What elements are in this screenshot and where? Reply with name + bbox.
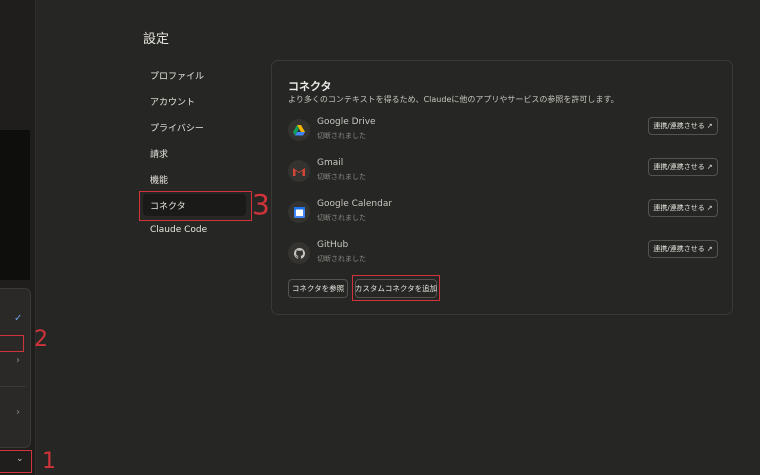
external-link-icon: ↗ [706, 245, 713, 253]
browse-connectors-button[interactable]: コネクタを参照 [288, 279, 348, 298]
google-drive-icon [288, 119, 310, 141]
page-title: 設定 [143, 32, 170, 47]
nav-item-privacy[interactable]: プライバシー [143, 116, 246, 138]
connector-name: Gmail [317, 158, 344, 168]
chevron-right-icon[interactable]: › [16, 407, 20, 418]
external-link-icon: ↗ [706, 204, 713, 212]
chevron-right-icon[interactable]: › [16, 355, 20, 366]
annotation-2: 2 [34, 327, 48, 352]
connector-row: GitHub 切断されました 連携/連携させる ↗ [288, 240, 718, 270]
connect-button[interactable]: 連携/連携させる ↗ [648, 158, 718, 176]
connect-button[interactable]: 連携/連携させる ↗ [648, 240, 718, 258]
connector-row: Gmail 切断されました 連携/連携させる ↗ [288, 158, 718, 188]
connector-status: 切断されました [317, 132, 366, 140]
sidebar-popup-menu [0, 288, 31, 448]
chevron-down-icon: ⌄ [16, 454, 24, 464]
connector-row: Google Calendar 切断されました 連携/連携させる ↗ [288, 199, 718, 229]
annotation-box-3 [139, 191, 252, 221]
external-link-icon: ↗ [706, 122, 713, 130]
connector-status: 切断されました [317, 255, 366, 263]
gmail-icon [288, 160, 310, 182]
connect-button-label: 連携/連携させる [653, 122, 705, 130]
check-icon: ✓ [14, 313, 23, 324]
external-link-icon: ↗ [706, 163, 713, 171]
connector-name: Google Drive [317, 117, 376, 127]
nav-item-billing[interactable]: 請求 [143, 142, 246, 164]
nav-item-features[interactable]: 機能 [143, 168, 246, 190]
annotation-box-4 [352, 275, 440, 301]
nav-item-claude-code[interactable]: Claude Code [143, 220, 246, 242]
google-calendar-icon [288, 201, 310, 223]
nav-item-profile[interactable]: プロファイル [143, 64, 246, 86]
annotation-1: 1 [42, 449, 56, 474]
connector-row: Google Drive 切断されました 連携/連携させる ↗ [288, 117, 718, 147]
connector-name: GitHub [317, 240, 349, 250]
connect-button[interactable]: 連携/連携させる ↗ [648, 117, 718, 135]
connect-button-label: 連携/連携させる [653, 163, 705, 171]
connector-status: 切断されました [317, 214, 366, 222]
sidebar-preview-area [0, 130, 30, 280]
sidebar-menu-selected-item[interactable] [0, 335, 24, 352]
connectors-panel: コネクタ より多くのコンテキストを得るため、Claudeに他のアプリやサービスの… [271, 60, 733, 315]
connector-name: Google Calendar [317, 199, 393, 209]
github-icon [288, 242, 310, 264]
connector-status: 切断されました [317, 173, 366, 181]
connect-button-label: 連携/連携させる [653, 245, 705, 253]
menu-divider [0, 386, 26, 387]
connect-button[interactable]: 連携/連携させる ↗ [648, 199, 718, 217]
connectors-title: コネクタ [288, 80, 332, 93]
connect-button-label: 連携/連携させる [653, 204, 705, 212]
nav-item-account[interactable]: アカウント [143, 90, 246, 112]
annotation-3: 3 [252, 188, 270, 221]
connectors-description: より多くのコンテキストを得るため、Claudeに他のアプリやサービスの参照を許可… [288, 95, 619, 104]
